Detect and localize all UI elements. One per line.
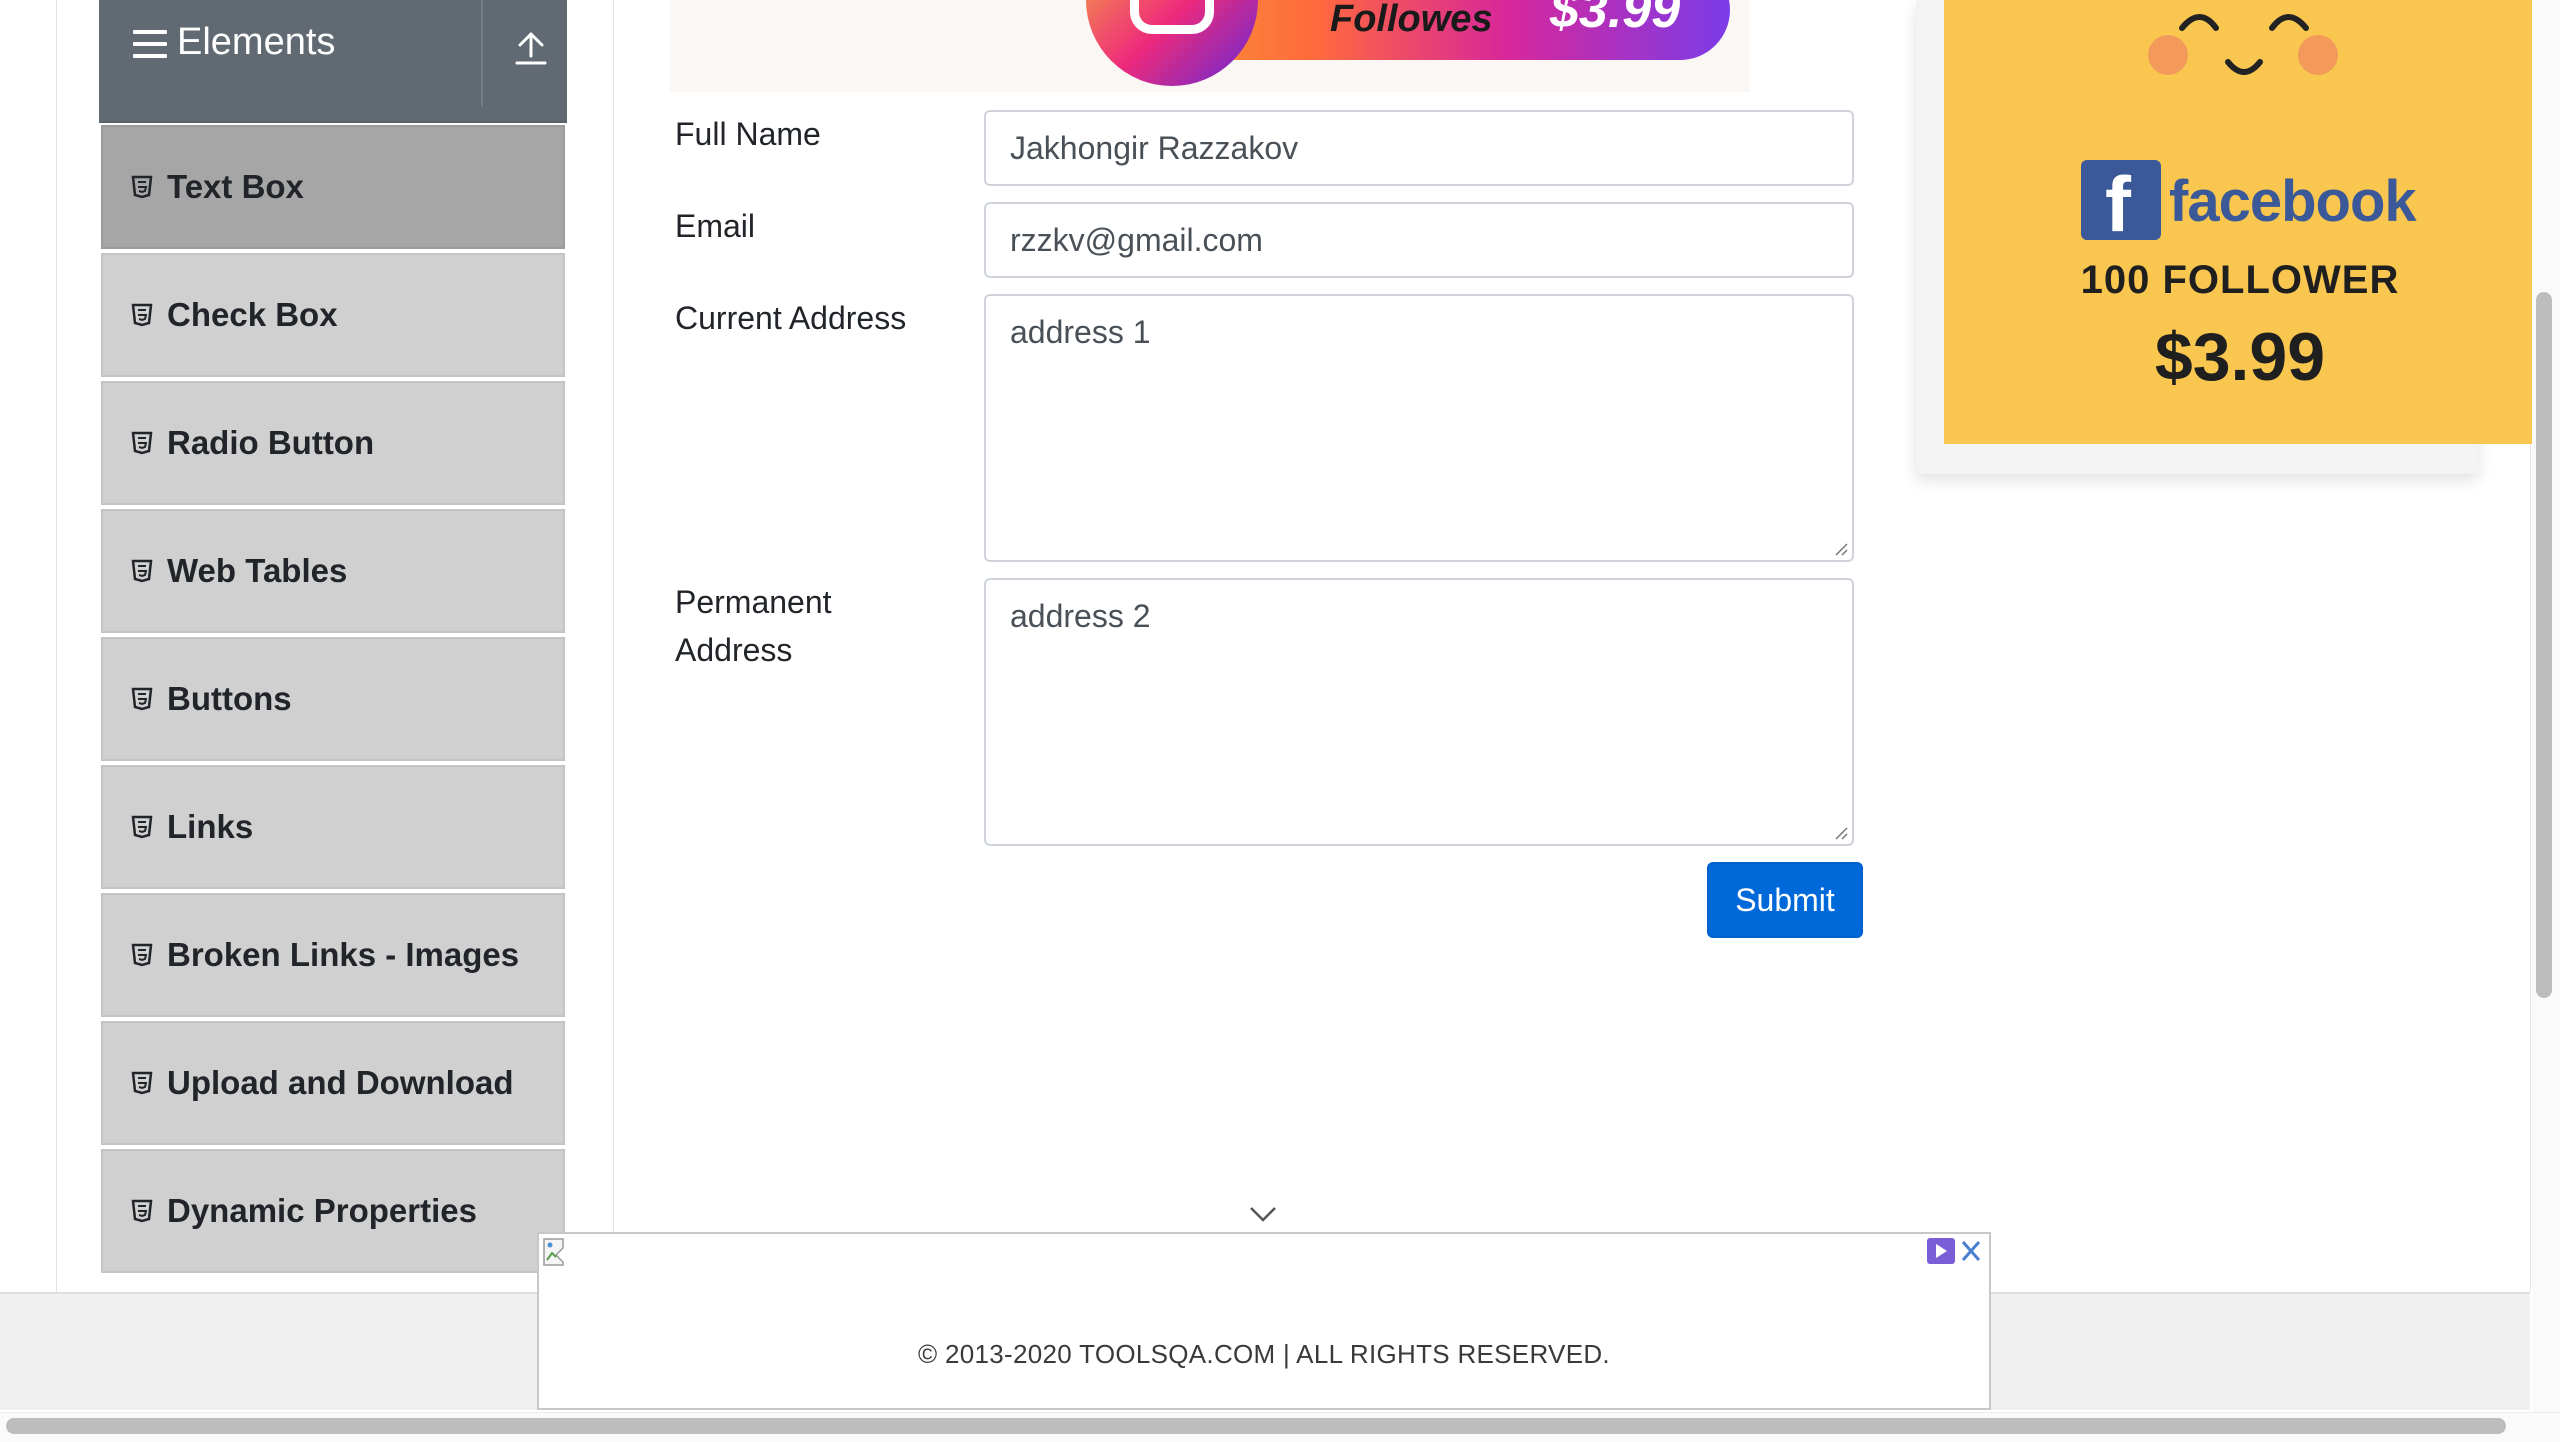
html5-icon bbox=[131, 815, 153, 839]
submit-button[interactable]: Submit bbox=[1707, 862, 1863, 938]
ad-price: $3.99 bbox=[2154, 319, 2326, 395]
sidebar-item-label: Links bbox=[167, 808, 254, 845]
vertical-scrollbar-thumb[interactable] bbox=[2536, 292, 2552, 998]
elements-group-header[interactable]: Elements bbox=[99, 0, 567, 123]
horizontal-scrollbar-thumb[interactable] bbox=[6, 1418, 2506, 1434]
html5-icon bbox=[131, 303, 153, 327]
html5-icon bbox=[131, 687, 153, 711]
sidebar-item-links[interactable]: Links bbox=[101, 765, 565, 889]
bottom-ad-overlay[interactable] bbox=[537, 1232, 1991, 1410]
email-input[interactable]: rzzkv@gmail.com bbox=[984, 202, 1854, 278]
sidebar-item-check-box[interactable]: Check Box bbox=[101, 253, 565, 377]
sidebar-item-label: Buttons bbox=[167, 680, 292, 717]
sidebar-item-buttons[interactable]: Buttons bbox=[101, 637, 565, 761]
current-address-value: address 1 bbox=[1010, 314, 1151, 350]
ad-price: $3.99 bbox=[1550, 0, 1681, 39]
sidebar-item-label: Dynamic Properties bbox=[167, 1192, 477, 1229]
html5-icon bbox=[131, 1071, 153, 1095]
full-name-input[interactable]: Jakhongir Razzakov bbox=[984, 110, 1854, 186]
resize-handle-icon[interactable] bbox=[1834, 826, 1848, 840]
html5-icon bbox=[131, 943, 153, 967]
collapse-arrow-icon[interactable] bbox=[514, 30, 548, 66]
facebook-ad[interactable]: f facebook 100 FOLLOWER $3.99 bbox=[1916, 0, 2536, 474]
html5-icon bbox=[131, 175, 153, 199]
sidebar-item-label: Radio Button bbox=[167, 424, 375, 461]
smiley-face-icon bbox=[2148, 14, 2338, 75]
instagram-ad-banner[interactable]: Followes $3.99 bbox=[670, 0, 1750, 92]
header-divider bbox=[481, 0, 483, 107]
facebook-wordmark: facebook bbox=[2169, 169, 2417, 234]
sidebar-item-label: Broken Links - Images bbox=[167, 936, 520, 973]
current-address-label: Current Address bbox=[675, 300, 907, 336]
instagram-icon bbox=[1086, 0, 1258, 86]
permanent-address-textarea[interactable]: address 2 bbox=[984, 578, 1854, 846]
hamburger-icon bbox=[133, 30, 167, 58]
sidebar-menu: Text Box Check Box Radio Button Web Tabl… bbox=[101, 125, 565, 1277]
resize-handle-icon[interactable] bbox=[1834, 542, 1848, 556]
permanent-address-label: Permanent Address bbox=[675, 584, 832, 668]
copyright-text: © 2013-2020 TOOLSQA.COM | ALL RIGHTS RES… bbox=[918, 1339, 1610, 1369]
content-column-border bbox=[613, 0, 614, 1292]
sidebar-item-upload-and-download[interactable]: Upload and Download bbox=[101, 1021, 565, 1145]
current-address-textarea[interactable]: address 1 bbox=[984, 294, 1854, 562]
ad-text: Followes bbox=[1330, 0, 1493, 40]
email-label: Email bbox=[675, 208, 756, 244]
facebook-icon: f bbox=[2081, 160, 2161, 244]
sidebar-item-label: Web Tables bbox=[167, 552, 348, 589]
ad-background: f facebook 100 FOLLOWER $3.99 bbox=[1944, 0, 2536, 444]
sidebar-item-web-tables[interactable]: Web Tables bbox=[101, 509, 565, 633]
sidebar-item-label: Upload and Download bbox=[167, 1064, 514, 1101]
ad-choices-icon[interactable] bbox=[1925, 1236, 1985, 1266]
html5-icon bbox=[131, 559, 153, 583]
ad-followers-text: 100 FOLLOWER bbox=[2080, 258, 2400, 302]
group-title: Elements bbox=[177, 21, 336, 63]
broken-image-icon bbox=[543, 1238, 564, 1266]
sidebar-item-label: Check Box bbox=[167, 296, 338, 333]
sidebar-item-text-box[interactable]: Text Box bbox=[101, 125, 565, 249]
sidebar-item-broken-links-images[interactable]: Broken Links - Images bbox=[101, 893, 565, 1017]
left-column-border bbox=[56, 0, 57, 1292]
html5-icon bbox=[131, 1199, 153, 1223]
chevron-down-icon[interactable] bbox=[1248, 1204, 1278, 1224]
permanent-address-value: address 2 bbox=[1010, 598, 1151, 634]
sidebar-item-label: Text Box bbox=[167, 168, 304, 205]
full-name-label: Full Name bbox=[675, 116, 821, 152]
sidebar-item-dynamic-properties[interactable]: Dynamic Properties bbox=[101, 1149, 565, 1273]
html5-icon bbox=[131, 431, 153, 455]
sidebar-item-radio-button[interactable]: Radio Button bbox=[101, 381, 565, 505]
